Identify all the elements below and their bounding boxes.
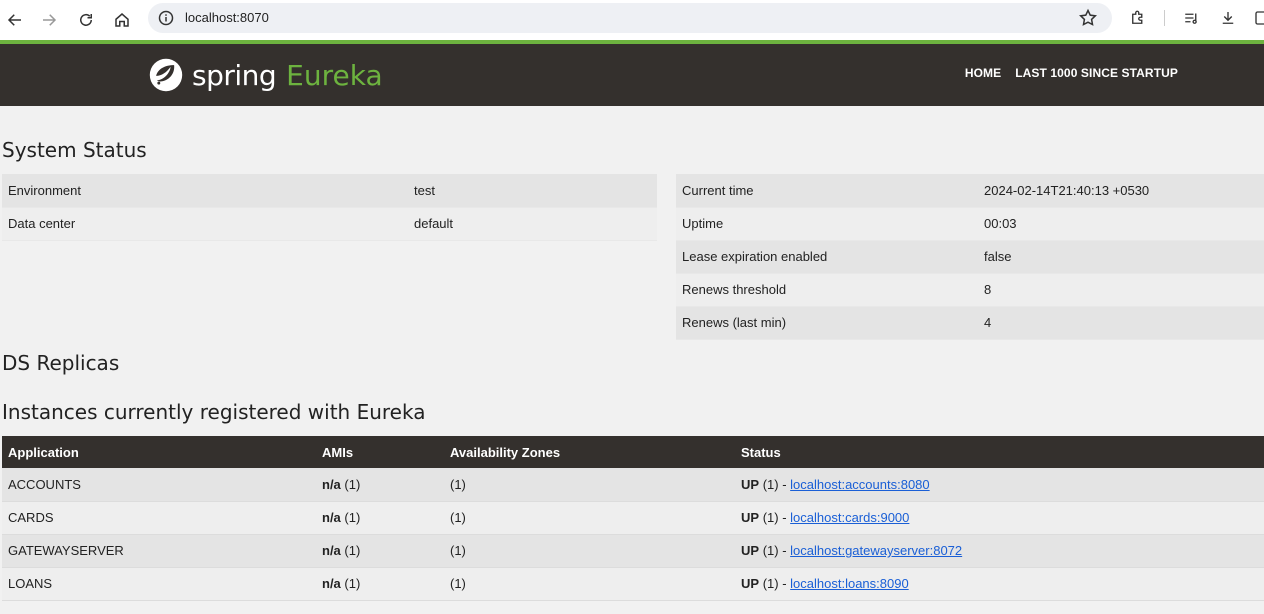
status-cell: UP (1) - localhost:gatewayserver:8072 bbox=[735, 534, 1264, 568]
status-row: Environment test bbox=[2, 174, 657, 208]
status-value: 2024-02-14T21:40:13 +0530 bbox=[978, 174, 1264, 208]
system-status-right-table: Current time 2024-02-14T21:40:13 +0530 U… bbox=[676, 174, 1264, 340]
status-row: Renews (last min) 4 bbox=[676, 306, 1264, 340]
url-text[interactable]: localhost:8070 bbox=[185, 10, 269, 25]
zones-cell: (1) bbox=[444, 501, 735, 535]
browser-toolbar: localhost:8070 bbox=[0, 0, 1264, 40]
table-row: CARDS n/a (1) (1) UP (1) - localhost:car… bbox=[2, 501, 1264, 535]
status-count: (1) - bbox=[762, 543, 787, 558]
status-up: UP bbox=[741, 543, 760, 558]
status-cell: UP (1) - localhost:cards:9000 bbox=[735, 501, 1264, 535]
status-row: Data center default bbox=[2, 207, 657, 241]
top-nav: HOME LAST 1000 SINCE STARTUP bbox=[965, 66, 1178, 80]
ds-replicas-heading: DS Replicas bbox=[2, 351, 120, 375]
status-label: Current time bbox=[676, 174, 978, 208]
spring-leaf-icon bbox=[149, 58, 183, 92]
status-row: Renews threshold 8 bbox=[676, 273, 1264, 307]
amis-cell: n/a (1) bbox=[316, 567, 444, 601]
instance-link[interactable]: localhost:cards:9000 bbox=[790, 510, 909, 525]
extensions-icon[interactable] bbox=[1126, 6, 1150, 30]
status-up: UP bbox=[741, 476, 760, 492]
status-row: Current time 2024-02-14T21:40:13 +0530 bbox=[676, 174, 1264, 208]
ami-count: (1) bbox=[344, 510, 361, 525]
amis-cell: n/a (1) bbox=[316, 468, 444, 502]
column-header-availability-zones[interactable]: Availability Zones bbox=[444, 436, 735, 468]
nav-home-link[interactable]: HOME bbox=[965, 66, 1001, 80]
instances-table: Application AMIs Availability Zones Stat… bbox=[2, 436, 1264, 601]
status-label: Data center bbox=[2, 207, 408, 241]
media-icon[interactable] bbox=[1180, 6, 1204, 30]
zones-cell: (1) bbox=[444, 468, 735, 502]
spring-eureka-logo[interactable]: spring Eureka bbox=[148, 55, 383, 95]
reload-icon[interactable] bbox=[72, 6, 100, 34]
status-label: Renews threshold bbox=[676, 273, 978, 307]
table-row: GATEWAYSERVER n/a (1) (1) UP (1) - local… bbox=[2, 534, 1264, 568]
status-count: (1) - bbox=[762, 476, 787, 492]
application-name: LOANS bbox=[2, 567, 316, 601]
status-value: 00:03 bbox=[978, 207, 1264, 241]
ami-count: (1) bbox=[344, 576, 361, 591]
status-label: Lease expiration enabled bbox=[676, 240, 978, 274]
instance-link[interactable]: localhost:accounts:8080 bbox=[790, 477, 929, 492]
forward-icon[interactable] bbox=[35, 6, 63, 34]
status-row: Lease expiration enabled false bbox=[676, 240, 1264, 274]
ami-value: n/a bbox=[322, 510, 341, 525]
status-value: false bbox=[978, 240, 1264, 274]
table-row: ACCOUNTS n/a (1) (1) UP (1) - localhost:… bbox=[2, 468, 1264, 502]
status-label: Renews (last min) bbox=[676, 306, 978, 340]
application-name: CARDS bbox=[2, 501, 316, 535]
zones-cell: (1) bbox=[444, 534, 735, 568]
application-name: ACCOUNTS bbox=[2, 468, 316, 502]
column-header-application[interactable]: Application bbox=[2, 436, 316, 468]
status-value: 8 bbox=[978, 273, 1264, 307]
status-up: UP bbox=[741, 576, 760, 591]
logo-spring-text: spring bbox=[192, 58, 277, 92]
instance-link[interactable]: localhost:gatewayserver:8072 bbox=[790, 543, 962, 558]
application-name: GATEWAYSERVER bbox=[2, 534, 316, 568]
instance-link[interactable]: localhost:loans:8090 bbox=[790, 576, 909, 591]
toolbar-separator bbox=[1164, 10, 1165, 26]
zones-cell: (1) bbox=[444, 567, 735, 601]
home-icon[interactable] bbox=[108, 6, 136, 34]
amis-cell: n/a (1) bbox=[316, 501, 444, 535]
instances-heading: Instances currently registered with Eure… bbox=[2, 400, 426, 424]
column-header-status[interactable]: Status bbox=[735, 436, 1264, 468]
status-count: (1) - bbox=[762, 576, 787, 591]
system-status-left-table: Environment test Data center default bbox=[2, 174, 657, 241]
nav-last-1000-link[interactable]: LAST 1000 SINCE STARTUP bbox=[1015, 66, 1178, 80]
status-label: Environment bbox=[2, 174, 408, 208]
ami-count: (1) bbox=[344, 543, 361, 558]
status-value: test bbox=[408, 174, 657, 208]
status-row: Uptime 00:03 bbox=[676, 207, 1264, 241]
status-cell: UP (1) - localhost:accounts:8080 bbox=[735, 468, 1264, 502]
back-icon[interactable] bbox=[1, 6, 29, 34]
amis-cell: n/a (1) bbox=[316, 534, 444, 568]
address-bar[interactable]: localhost:8070 bbox=[148, 3, 1112, 33]
status-up: UP bbox=[741, 510, 760, 525]
table-row: LOANS n/a (1) (1) UP (1) - localhost:loa… bbox=[2, 567, 1264, 601]
star-icon[interactable] bbox=[1078, 8, 1098, 28]
status-value: default bbox=[408, 207, 657, 241]
logo-eureka-text: Eureka bbox=[286, 58, 383, 92]
info-icon[interactable] bbox=[158, 10, 174, 26]
ami-value: n/a bbox=[322, 476, 341, 492]
ami-count: (1) bbox=[344, 476, 361, 492]
status-value: 4 bbox=[978, 306, 1264, 340]
eureka-header: spring Eureka HOME LAST 1000 SINCE START… bbox=[0, 44, 1264, 106]
system-status-heading: System Status bbox=[2, 138, 147, 162]
status-cell: UP (1) - localhost:loans:8090 bbox=[735, 567, 1264, 601]
column-header-amis[interactable]: AMIs bbox=[316, 436, 444, 468]
download-icon[interactable] bbox=[1216, 6, 1240, 30]
ami-value: n/a bbox=[322, 543, 341, 558]
ami-value: n/a bbox=[322, 576, 341, 591]
status-count: (1) - bbox=[762, 510, 787, 525]
instances-header-row: Application AMIs Availability Zones Stat… bbox=[2, 436, 1264, 468]
sidepanel-icon[interactable] bbox=[1250, 6, 1264, 30]
status-label: Uptime bbox=[676, 207, 978, 241]
